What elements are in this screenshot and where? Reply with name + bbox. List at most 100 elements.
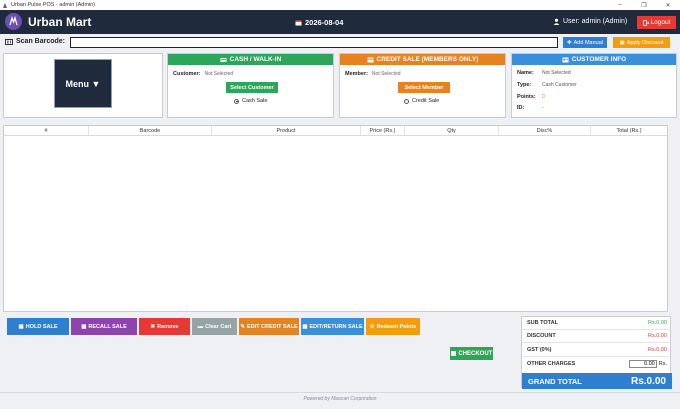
close-icon[interactable]: ✕	[656, 0, 680, 10]
barcode-input[interactable]	[70, 37, 558, 48]
add-manual-button[interactable]: ✚ Add Manual	[563, 37, 607, 48]
discount-label: DISCOUNT	[527, 333, 556, 339]
cash-panel-title: CASH / WALK-IN	[229, 56, 282, 63]
grand-total-bar: GRAND TOTAL Rs.0.00	[522, 373, 672, 389]
other-charges-row: OTHER CHARGES Rs.	[522, 357, 672, 370]
column-header[interactable]: Barcode	[89, 126, 212, 135]
apply-discount-button[interactable]: ▣ Apply Discount	[613, 37, 670, 48]
cash-customer-row: Customer: Not Selected	[173, 71, 233, 77]
gst-row: GST (0%) Rs.0.00	[522, 344, 672, 357]
grand-total-label: GRAND TOTAL	[528, 376, 582, 386]
plus-icon: ✚	[567, 39, 572, 46]
checkout-button[interactable]: ▦ CHECKOUT	[450, 347, 493, 360]
add-manual-label: Add Manual	[573, 39, 603, 46]
recall-sale-label: RECALL SALE	[88, 323, 127, 330]
select-member-button[interactable]: Select Member	[398, 82, 450, 93]
cash-customer-label: Customer:	[173, 71, 201, 77]
credit-sale-radio[interactable]: Credit Sale	[404, 98, 439, 104]
redeem-points-button[interactable]: ☆ Redeem Points	[366, 318, 420, 335]
minimize-icon[interactable]: –	[608, 0, 632, 10]
info-points-value: 0	[542, 94, 545, 100]
info-id-row: ID: -	[517, 105, 544, 111]
checkout-icon: ▦	[450, 351, 457, 357]
column-header[interactable]: Product	[212, 126, 361, 135]
app-header: Urban Mart 2026-08-04 User: admin (Admin…	[0, 10, 680, 34]
app-icon	[3, 2, 7, 8]
info-points-row: Points: 0	[517, 94, 545, 100]
hold-sale-button[interactable]: ▦ HOLD SALE	[7, 318, 69, 335]
gst-value: Rs.0.00	[648, 347, 667, 353]
barcode-icon	[5, 38, 13, 45]
user-text: User: admin (Admin)	[563, 18, 628, 25]
user-display: User: admin (Admin)	[553, 18, 627, 25]
edit-credit-sale-label: EDIT CREDIT SALE	[246, 323, 298, 330]
select-customer-button[interactable]: Select Customer	[226, 82, 278, 93]
checkout-label: CHECKOUT	[458, 350, 493, 357]
info-type-value: Cash Customer	[542, 82, 577, 88]
recall-icon: ▦	[81, 323, 87, 330]
info-points-label: Points:	[517, 94, 536, 100]
maximize-icon[interactable]: ❐	[632, 0, 656, 10]
credit-member-label: Member:	[345, 71, 368, 77]
logout-button[interactable]: Logout	[637, 16, 676, 29]
info-type-label: Type:	[517, 82, 532, 88]
column-header[interactable]: Price (Rs.)	[361, 126, 405, 135]
clear-cart-button[interactable]: ▬ Clear Cart	[192, 318, 237, 335]
window-title-bar: Urban Pulse POS - admin (Admin) – ❐ ✕	[0, 0, 680, 10]
column-header[interactable]: Total (Rs.)	[591, 126, 667, 135]
scan-barcode-text: Scan Barcode:	[16, 38, 66, 45]
footer-text: Powered by Meecan Corporation	[303, 396, 377, 402]
logo-icon	[5, 13, 22, 30]
cash-panel-header: CASH / WALK-IN	[168, 54, 333, 65]
hold-icon: ▦	[18, 323, 24, 330]
menu-panel: Menu ▼	[3, 53, 163, 118]
clear-cart-label: Clear Cart	[205, 323, 232, 330]
credit-member-row: Member: Not Selected	[345, 71, 401, 77]
info-id-value: -	[542, 105, 544, 111]
hold-sale-label: HOLD SALE	[25, 323, 58, 330]
customer-info-header: CUSTOMER INFO	[512, 54, 676, 65]
remove-button[interactable]: ✖ Remove	[139, 318, 190, 335]
recall-sale-button[interactable]: ▦ RECALL SALE	[71, 318, 137, 335]
cash-icon	[220, 57, 227, 62]
info-id-label: ID:	[517, 105, 525, 111]
cart-table-header: # Barcode Product Price (Rs.) Qty Disc% …	[4, 126, 667, 136]
cash-sale-radio[interactable]: Cash Sale	[234, 98, 267, 104]
calendar-icon	[295, 20, 302, 26]
date-text: 2026-08-04	[305, 18, 344, 27]
menu-button[interactable]: Menu ▼	[54, 59, 112, 108]
edit-credit-sale-button[interactable]: ✎ EDIT CREDIT SALE	[239, 318, 299, 335]
pencil-icon: ✎	[240, 323, 245, 330]
other-charges-input[interactable]	[628, 359, 657, 368]
star-icon: ☆	[369, 323, 375, 330]
info-name-row: Name: Not Selected	[517, 70, 571, 76]
scan-barcode-label: Scan Barcode:	[5, 38, 65, 45]
barcode-row: Scan Barcode: ✚ Add Manual ▣ Apply Disco…	[0, 35, 680, 50]
gst-label: GST (0%)	[527, 347, 552, 353]
logout-label: Logout	[650, 19, 671, 26]
customer-info-title: CUSTOMER INFO	[571, 56, 627, 63]
return-icon: ▦	[302, 323, 308, 330]
other-charges-label: OTHER CHARGES	[527, 360, 576, 367]
edit-return-sale-label: EDIT/RETURN SALE	[309, 323, 363, 330]
cart-table[interactable]: # Barcode Product Price (Rs.) Qty Disc% …	[3, 125, 668, 312]
cash-customer-value: Not Selected	[204, 71, 234, 77]
cash-walkin-panel: CASH / WALK-IN Customer: Not Selected Se…	[167, 53, 334, 118]
customer-info-panel: CUSTOMER INFO Name: Not Selected Type: C…	[511, 53, 677, 118]
other-charges-unit: Rs.	[658, 360, 667, 367]
info-name-value: Not Selected	[542, 70, 571, 76]
column-header[interactable]: Disc%	[499, 126, 591, 135]
subtotal-label: SUB TOTAL	[527, 320, 558, 326]
column-header[interactable]: #	[4, 126, 89, 135]
remove-label: Remove	[157, 323, 179, 330]
edit-return-sale-button[interactable]: ▦ EDIT/RETURN SALE	[301, 318, 364, 335]
credit-sale-label: Credit Sale	[412, 98, 440, 104]
subtotal-row: SUB TOTAL Rs.0.00	[522, 317, 672, 330]
column-header[interactable]: Qty	[405, 126, 499, 135]
info-name-label: Name:	[517, 70, 534, 76]
discount-row: DISCOUNT Rs.0.00	[522, 330, 672, 343]
radio-checked-icon	[234, 98, 239, 104]
cash-sale-label: Cash Sale	[242, 98, 268, 104]
redeem-points-label: Redeem Points	[376, 323, 417, 330]
radio-unchecked-icon	[404, 98, 409, 104]
